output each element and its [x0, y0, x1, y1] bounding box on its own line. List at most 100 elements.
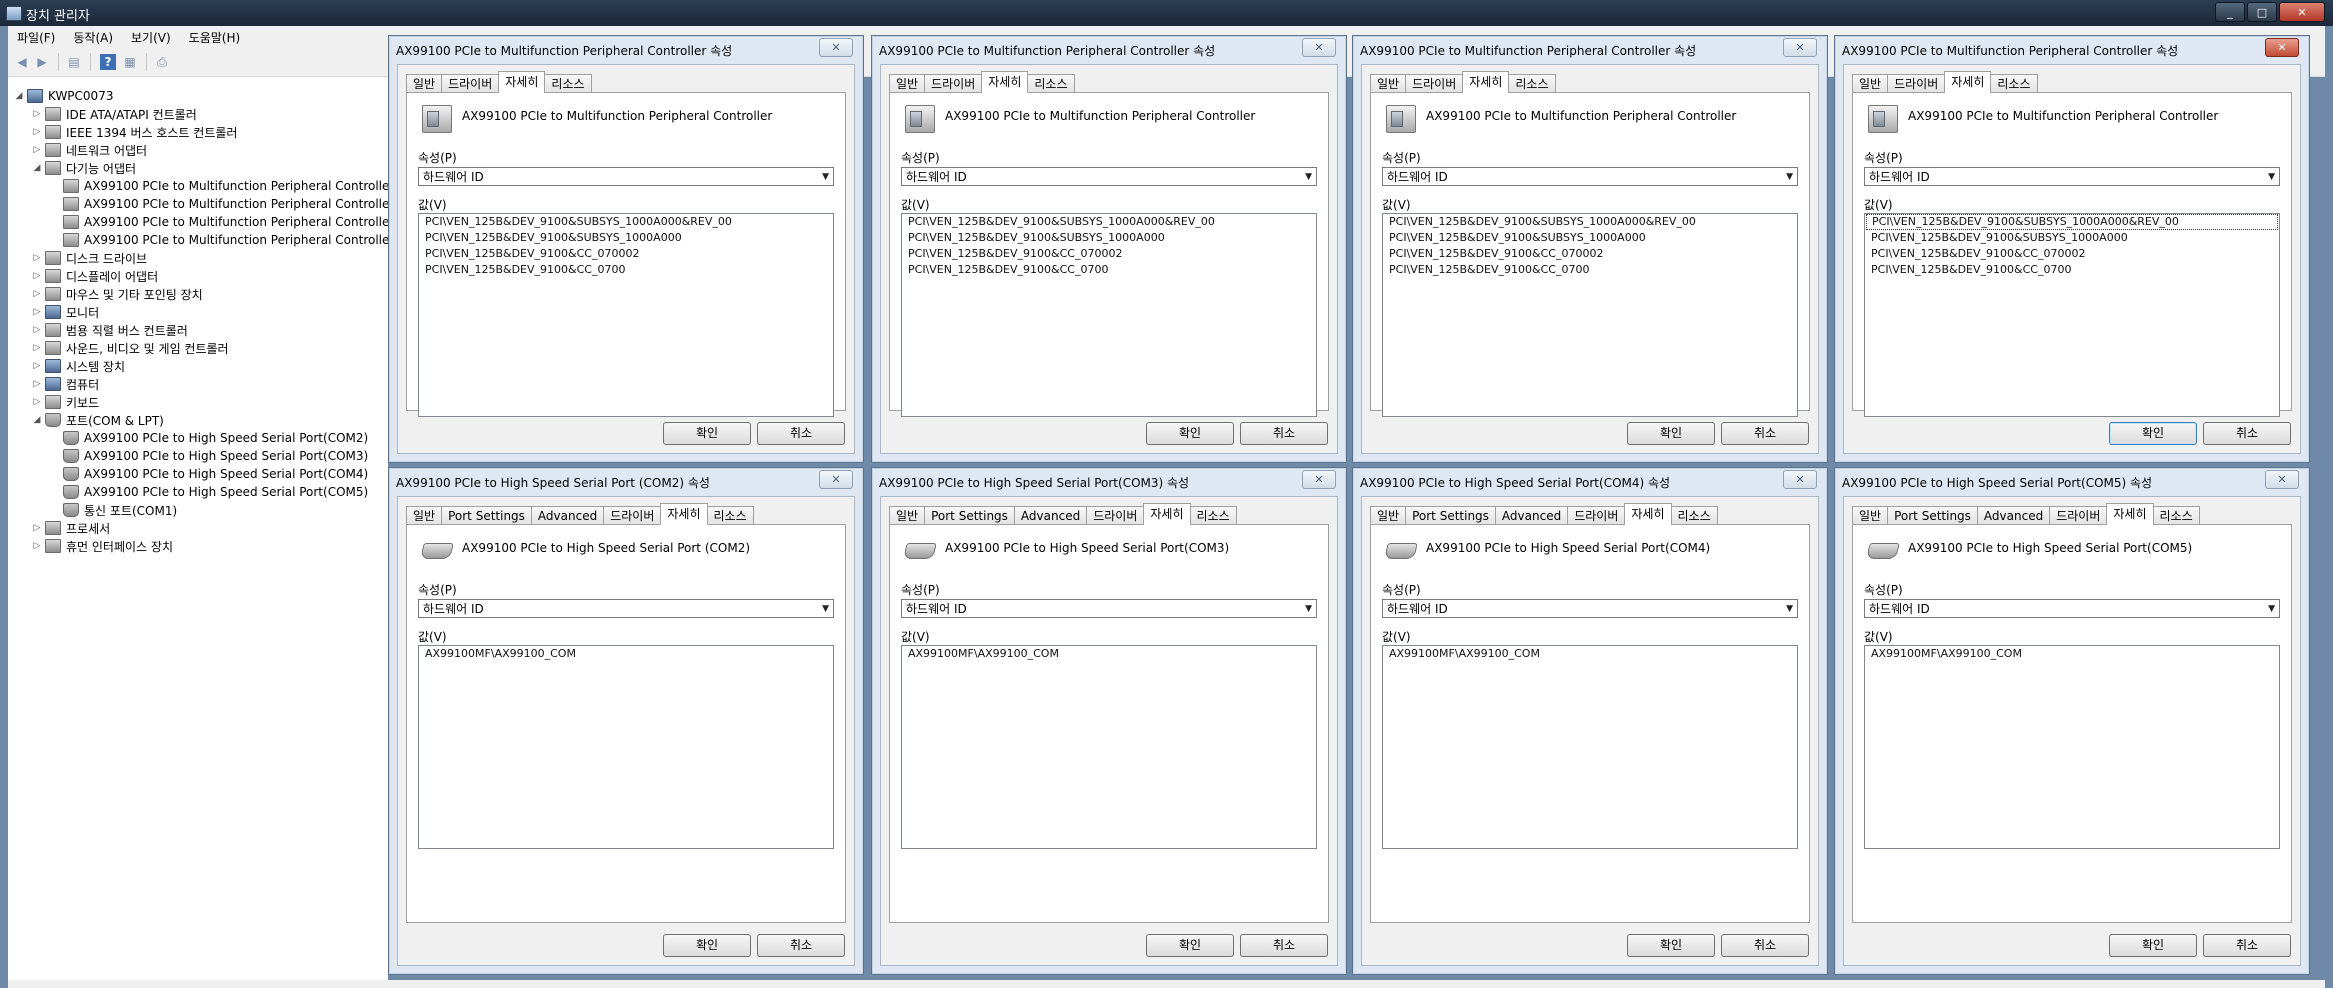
- tab-자세히[interactable]: 자세히: [981, 71, 1029, 93]
- tab-리소스[interactable]: 리소스: [2152, 506, 2200, 525]
- value-list-item[interactable]: PCI\VEN_125B&DEV_9100&SUBSYS_1000A000: [1865, 230, 2279, 246]
- tab-자세히[interactable]: 자세히: [2106, 503, 2154, 525]
- value-list-item[interactable]: PCI\VEN_125B&DEV_9100&SUBSYS_1000A000: [902, 230, 1316, 246]
- dialog-close-button[interactable]: ✕: [2265, 38, 2299, 57]
- dialog-close-button[interactable]: ✕: [1302, 38, 1336, 57]
- expand-toggle-icon[interactable]: ▷: [32, 397, 42, 407]
- back-arrow-icon[interactable]: ◀: [14, 54, 30, 70]
- tree-item[interactable]: ▷ IDE ATA/ATAPI 컨트롤러: [32, 105, 197, 123]
- scan-hardware-icon[interactable]: ⎙: [154, 54, 170, 70]
- tree-item[interactable]: ▷ 시스템 장치: [32, 357, 125, 375]
- tree-item[interactable]: ▷ 범용 직렬 버스 컨트롤러: [32, 321, 188, 339]
- property-select[interactable]: 하드웨어 ID ▼: [1382, 599, 1798, 618]
- tree-item[interactable]: 통신 포트(COM1): [50, 501, 177, 519]
- tree-item[interactable]: ◢ KWPC0073: [14, 87, 113, 105]
- help-icon[interactable]: ?: [100, 54, 116, 70]
- tab-Port Settings[interactable]: Port Settings: [1405, 506, 1496, 525]
- ok-button[interactable]: 확인: [663, 422, 751, 445]
- expand-toggle-icon[interactable]: ◢: [32, 163, 42, 173]
- value-list-item[interactable]: PCI\VEN_125B&DEV_9100&SUBSYS_1000A000: [1383, 230, 1797, 246]
- ok-button[interactable]: 확인: [2109, 934, 2197, 957]
- menu-file[interactable]: 파일(F): [8, 29, 64, 46]
- tab-Advanced[interactable]: Advanced: [1013, 506, 1088, 525]
- dialog-title-bar[interactable]: AX99100 PCIe to High Speed Serial Port(C…: [1353, 468, 1827, 495]
- property-select[interactable]: 하드웨어 ID ▼: [1864, 167, 2280, 186]
- tab-일반[interactable]: 일반: [1852, 74, 1889, 93]
- menu-action[interactable]: 동작(A): [64, 29, 122, 46]
- tab-일반[interactable]: 일반: [406, 74, 443, 93]
- value-listbox[interactable]: PCI\VEN_125B&DEV_9100&SUBSYS_1000A000&RE…: [1382, 213, 1798, 417]
- expand-toggle-icon[interactable]: ▷: [32, 289, 42, 299]
- tab-리소스[interactable]: 리소스: [544, 74, 592, 93]
- value-listbox[interactable]: AX99100MF\AX99100_COM: [901, 645, 1317, 849]
- ok-button[interactable]: 확인: [1146, 422, 1234, 445]
- tab-일반[interactable]: 일반: [1852, 506, 1889, 525]
- tab-자세히[interactable]: 자세히: [1462, 71, 1510, 93]
- tab-자세히[interactable]: 자세히: [1143, 503, 1191, 525]
- menu-help[interactable]: 도움말(H): [180, 29, 250, 46]
- tab-Port Settings[interactable]: Port Settings: [924, 506, 1015, 525]
- tree-item[interactable]: ▷ 마우스 및 기타 포인팅 장치: [32, 285, 203, 303]
- dialog-close-button[interactable]: ✕: [819, 38, 853, 57]
- tree-item[interactable]: AX99100 PCIe to High Speed Serial Port(C…: [50, 447, 368, 465]
- properties-icon[interactable]: ▤: [66, 54, 82, 70]
- tree-item[interactable]: AX99100 PCIe to High Speed Serial Port(C…: [50, 483, 368, 501]
- tab-일반[interactable]: 일반: [889, 506, 926, 525]
- cancel-button[interactable]: 취소: [757, 422, 845, 445]
- tab-일반[interactable]: 일반: [889, 74, 926, 93]
- expand-toggle-icon[interactable]: ▷: [32, 127, 42, 137]
- dialog-close-button[interactable]: ✕: [1783, 38, 1817, 57]
- value-listbox[interactable]: AX99100MF\AX99100_COM: [1864, 645, 2280, 849]
- cancel-button[interactable]: 취소: [1721, 422, 1809, 445]
- value-list-item[interactable]: PCI\VEN_125B&DEV_9100&CC_0700: [902, 262, 1316, 278]
- dialog-title-bar[interactable]: AX99100 PCIe to High Speed Serial Port (…: [389, 468, 863, 495]
- tree-item[interactable]: AX99100 PCIe to Multifunction Peripheral…: [50, 177, 394, 195]
- value-listbox[interactable]: AX99100MF\AX99100_COM: [418, 645, 834, 849]
- expand-toggle-icon[interactable]: ▷: [32, 271, 42, 281]
- dialog-title-bar[interactable]: AX99100 PCIe to Multifunction Peripheral…: [1835, 36, 2309, 63]
- ok-button[interactable]: 확인: [2109, 422, 2197, 445]
- tree-item[interactable]: ▷ 휴먼 인터페이스 장치: [32, 537, 173, 555]
- tree-item[interactable]: ▷ 사운드, 비디오 및 게임 컨트롤러: [32, 339, 229, 357]
- expand-toggle-icon[interactable]: ◢: [14, 91, 24, 101]
- tab-드라이버[interactable]: 드라이버: [1405, 74, 1464, 93]
- menu-view[interactable]: 보기(V): [122, 29, 180, 46]
- tab-드라이버[interactable]: 드라이버: [1887, 74, 1946, 93]
- tree-item[interactable]: ▷ 모니터: [32, 303, 99, 321]
- tab-리소스[interactable]: 리소스: [706, 506, 754, 525]
- property-select[interactable]: 하드웨어 ID ▼: [418, 599, 834, 618]
- value-list-item[interactable]: PCI\VEN_125B&DEV_9100&SUBSYS_1000A000&RE…: [1866, 214, 2278, 230]
- tab-자세히[interactable]: 자세히: [660, 503, 708, 525]
- tree-item[interactable]: ◢ 포트(COM & LPT): [32, 411, 164, 429]
- value-list-item[interactable]: PCI\VEN_125B&DEV_9100&CC_070002: [1383, 246, 1797, 262]
- expand-toggle-icon[interactable]: ▷: [32, 109, 42, 119]
- value-listbox[interactable]: PCI\VEN_125B&DEV_9100&SUBSYS_1000A000&RE…: [418, 213, 834, 417]
- value-list-item[interactable]: PCI\VEN_125B&DEV_9100&CC_070002: [902, 246, 1316, 262]
- dialog-close-button[interactable]: ✕: [1302, 470, 1336, 489]
- expand-toggle-icon[interactable]: ▷: [32, 541, 42, 551]
- expand-toggle-icon[interactable]: ▷: [32, 307, 42, 317]
- expand-toggle-icon[interactable]: ◢: [32, 415, 42, 425]
- value-list-item[interactable]: PCI\VEN_125B&DEV_9100&CC_0700: [1865, 262, 2279, 278]
- dialog-close-button[interactable]: ✕: [1783, 470, 1817, 489]
- dialog-close-button[interactable]: ✕: [819, 470, 853, 489]
- maximize-button[interactable]: □: [2247, 2, 2277, 22]
- tab-리소스[interactable]: 리소스: [1508, 74, 1556, 93]
- value-list-item[interactable]: PCI\VEN_125B&DEV_9100&SUBSYS_1000A000&RE…: [1383, 214, 1797, 230]
- tab-드라이버[interactable]: 드라이버: [2049, 506, 2108, 525]
- tab-Port Settings[interactable]: Port Settings: [1887, 506, 1978, 525]
- value-list-item[interactable]: PCI\VEN_125B&DEV_9100&CC_0700: [419, 262, 833, 278]
- ok-button[interactable]: 확인: [663, 934, 751, 957]
- property-select[interactable]: 하드웨어 ID ▼: [418, 167, 834, 186]
- value-list-item[interactable]: AX99100MF\AX99100_COM: [419, 646, 833, 662]
- property-select[interactable]: 하드웨어 ID ▼: [1864, 599, 2280, 618]
- value-list-item[interactable]: AX99100MF\AX99100_COM: [1865, 646, 2279, 662]
- tree-item[interactable]: ▷ 키보드: [32, 393, 99, 411]
- value-list-item[interactable]: AX99100MF\AX99100_COM: [902, 646, 1316, 662]
- tree-item[interactable]: ▷ IEEE 1394 버스 호스트 컨트롤러: [32, 123, 237, 141]
- tree-item[interactable]: ▷ 네트워크 어댑터: [32, 141, 147, 159]
- cancel-button[interactable]: 취소: [1240, 422, 1328, 445]
- value-list-item[interactable]: PCI\VEN_125B&DEV_9100&CC_0700: [1383, 262, 1797, 278]
- forward-arrow-icon[interactable]: ▶: [34, 54, 50, 70]
- expand-toggle-icon[interactable]: ▷: [32, 343, 42, 353]
